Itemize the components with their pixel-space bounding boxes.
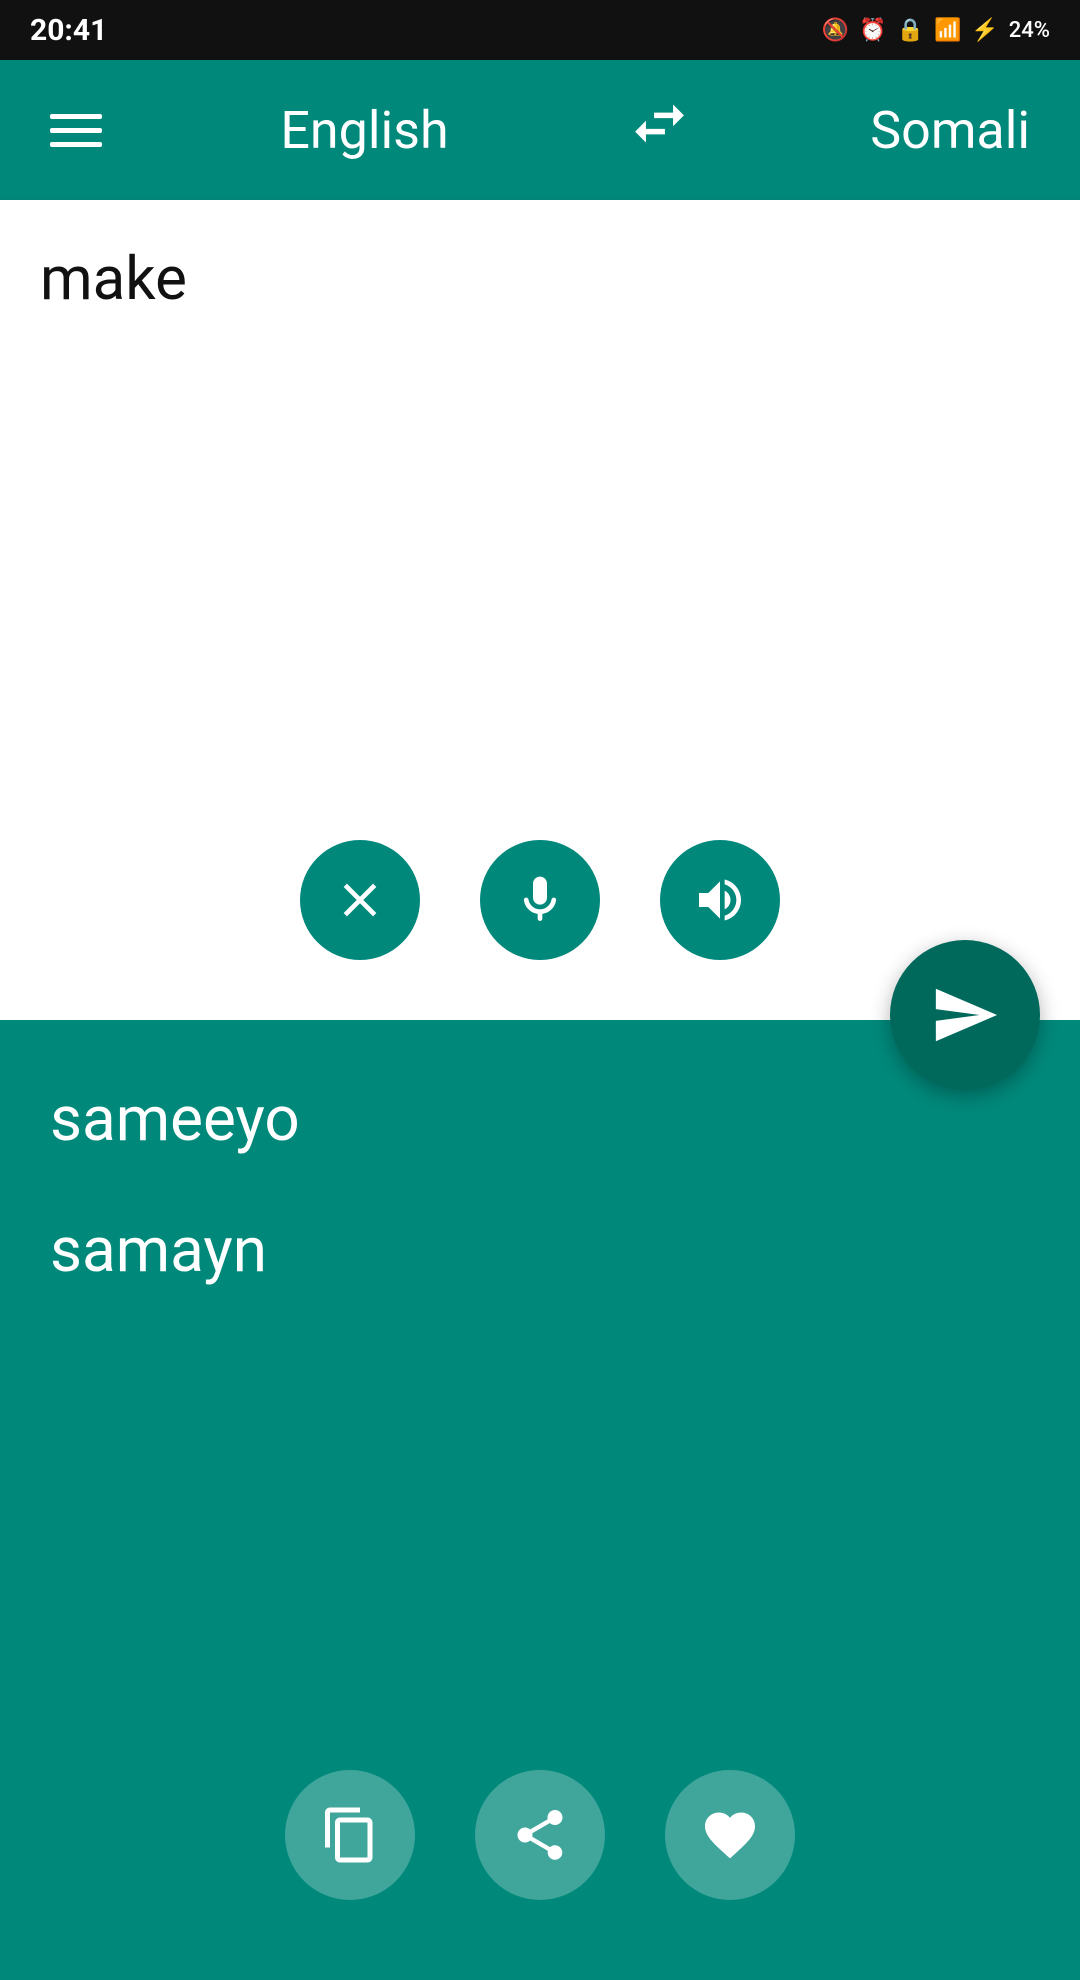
swap-languages-button[interactable] — [627, 91, 692, 170]
menu-button[interactable] — [50, 114, 102, 147]
result-section: sameeyo samayn — [0, 1020, 1080, 1980]
nav-bar: English Somali — [0, 60, 1080, 200]
lock-icon: 🔒 — [897, 18, 924, 43]
target-language-label[interactable]: Somali — [870, 100, 1030, 161]
speaker-button[interactable] — [660, 840, 780, 960]
bottom-actions — [285, 1770, 795, 1900]
status-bar: 20:41 🔕 ⏰ 🔒 📶 ⚡ 24% — [0, 0, 1080, 60]
source-language-label[interactable]: English — [280, 100, 448, 161]
battery-percent: 24% — [1009, 18, 1050, 43]
send-translation-button[interactable] — [890, 940, 1040, 1090]
input-actions — [300, 840, 780, 960]
input-section: make — [0, 200, 1080, 1020]
mute-icon: 🔕 — [822, 18, 849, 43]
translation-1: sameeyo — [50, 1080, 1030, 1161]
input-text[interactable]: make — [40, 240, 1040, 318]
status-time: 20:41 — [30, 13, 107, 48]
main-content: make — [0, 200, 1080, 1980]
translation-2: samayn — [50, 1211, 1030, 1292]
menu-line-1 — [50, 114, 102, 119]
menu-line-3 — [50, 142, 102, 147]
copy-button[interactable] — [285, 1770, 415, 1900]
favorite-button[interactable] — [665, 1770, 795, 1900]
menu-line-2 — [50, 128, 102, 133]
clear-button[interactable] — [300, 840, 420, 960]
status-icons: 🔕 ⏰ 🔒 📶 ⚡ 24% — [822, 18, 1050, 43]
share-button[interactable] — [475, 1770, 605, 1900]
microphone-button[interactable] — [480, 840, 600, 960]
battery-icon: ⚡ — [971, 18, 998, 43]
alarm-icon: ⏰ — [859, 18, 886, 43]
signal-icon: 📶 — [934, 18, 961, 43]
